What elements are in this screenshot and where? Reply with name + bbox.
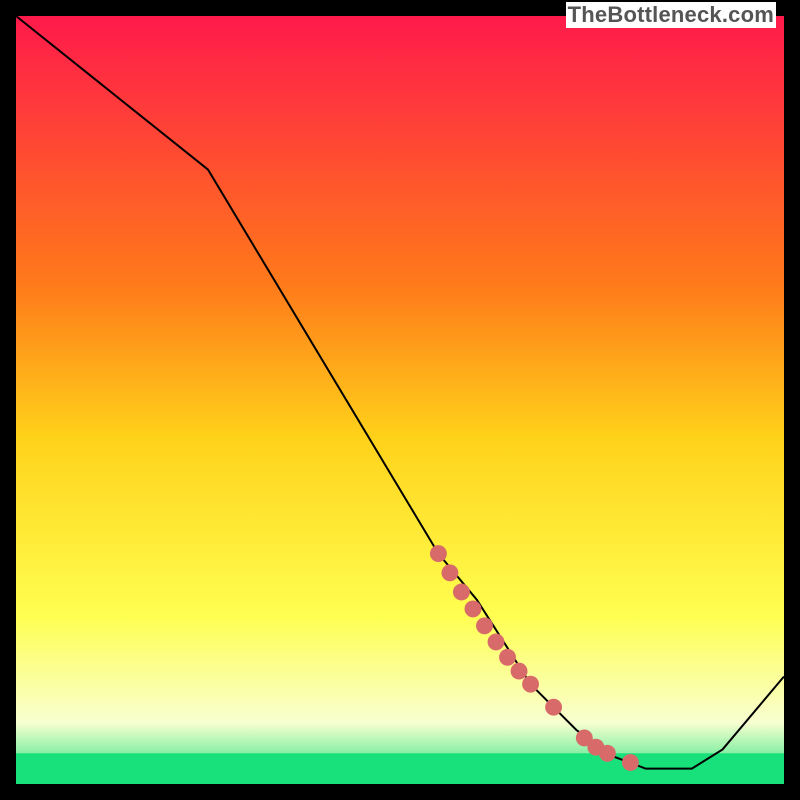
- marker-dot: [599, 745, 616, 762]
- marker-dot: [488, 633, 505, 650]
- marker-dot: [476, 617, 493, 634]
- chart-frame: TheBottleneck.com: [0, 0, 800, 800]
- gradient-background: [16, 16, 784, 784]
- chart-svg: [16, 16, 784, 784]
- marker-dot: [622, 754, 639, 771]
- marker-dot: [441, 564, 458, 581]
- marker-dot: [430, 545, 447, 562]
- marker-dot: [499, 649, 516, 666]
- marker-dot: [465, 600, 482, 617]
- marker-dot: [453, 584, 470, 601]
- watermark-text: TheBottleneck.com: [566, 2, 776, 28]
- marker-dot: [511, 663, 528, 680]
- marker-dot: [522, 676, 539, 693]
- marker-dot: [545, 699, 562, 716]
